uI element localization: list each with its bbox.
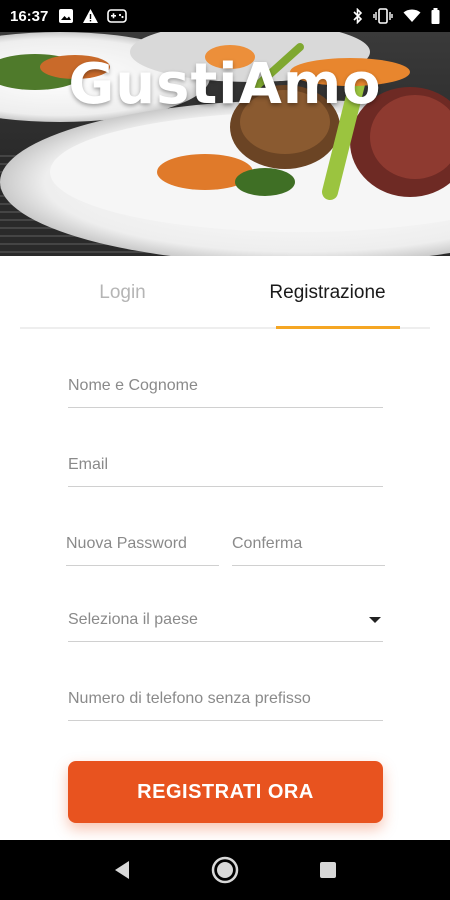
country-select-label: Seleziona il paese	[68, 610, 198, 628]
warning-icon	[82, 8, 99, 24]
new-password-field[interactable]	[66, 532, 219, 566]
tab-registrazione[interactable]: Registrazione	[225, 256, 430, 330]
game-controller-icon	[107, 9, 128, 23]
phone-field[interactable]	[68, 687, 383, 721]
battery-icon	[431, 8, 440, 24]
vibrate-icon	[373, 8, 393, 24]
app-logo: GustiAmo	[68, 52, 382, 117]
back-button[interactable]	[102, 850, 142, 890]
dropdown-arrow-icon	[369, 616, 381, 623]
recents-button[interactable]	[308, 850, 348, 890]
home-icon	[211, 856, 239, 884]
status-right-icons	[353, 8, 440, 24]
home-button[interactable]	[205, 850, 245, 890]
email-field[interactable]	[68, 453, 383, 487]
status-bar: 16:37	[0, 0, 450, 32]
bluetooth-icon	[353, 8, 363, 24]
active-tab-indicator	[276, 326, 400, 329]
country-select[interactable]: Seleziona il paese	[68, 598, 383, 642]
image-icon	[58, 8, 74, 24]
status-left-icons	[58, 8, 128, 24]
back-icon	[114, 861, 129, 879]
confirm-password-field[interactable]	[232, 532, 385, 566]
hero-image: GustiAmo	[0, 32, 450, 256]
recents-icon	[320, 862, 337, 878]
auth-tabs: Login Registrazione	[20, 256, 430, 330]
wifi-icon	[403, 9, 421, 23]
full-name-field[interactable]	[68, 374, 383, 408]
status-time: 16:37	[10, 7, 49, 25]
tab-login[interactable]: Login	[20, 256, 225, 330]
register-button[interactable]: REGISTRATI ORA	[68, 761, 383, 823]
system-nav-bar	[0, 840, 450, 900]
